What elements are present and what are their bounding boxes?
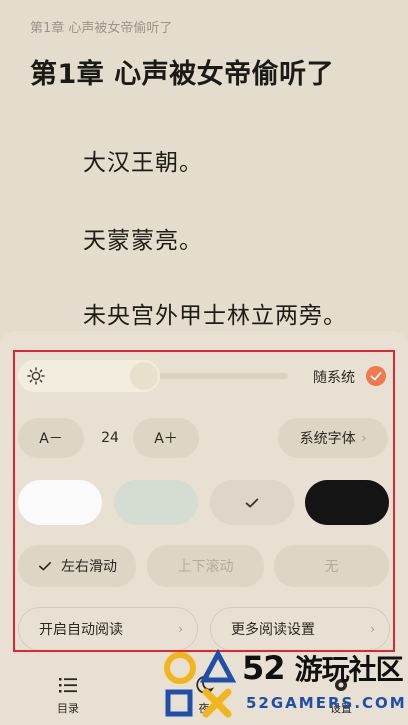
watermark-url: 52GAMERS.COM bbox=[246, 694, 407, 712]
list-icon bbox=[59, 678, 77, 693]
site-watermark: 52 游玩社区 52GAMERS.COM bbox=[160, 648, 408, 725]
reader-content: 第1章 心声被女帝偷听了 第1章 心声被女帝偷听了 大汉王朝。 天蒙蒙亮。 未央… bbox=[0, 0, 408, 340]
nav-catalog[interactable]: 目录 bbox=[38, 660, 98, 716]
watermark-number: 52 bbox=[242, 649, 286, 687]
watermark-title: 52 游玩社区 bbox=[242, 648, 404, 688]
highlight-frame bbox=[13, 350, 395, 652]
nav-catalog-label: 目录 bbox=[57, 702, 79, 715]
paragraph-1: 大汉王朝。 bbox=[83, 150, 203, 176]
watermark-cn: 游玩社区 bbox=[294, 653, 404, 686]
chapter-title: 第1章 心声被女帝偷听了 bbox=[30, 59, 335, 90]
paragraph-2: 天蒙蒙亮。 bbox=[83, 228, 203, 254]
paragraph-3: 未央宫外甲士林立两旁。 bbox=[83, 303, 347, 329]
watermark-logo-icon bbox=[164, 648, 237, 718]
chapter-header-small: 第1章 心声被女帝偷听了 bbox=[30, 21, 173, 36]
